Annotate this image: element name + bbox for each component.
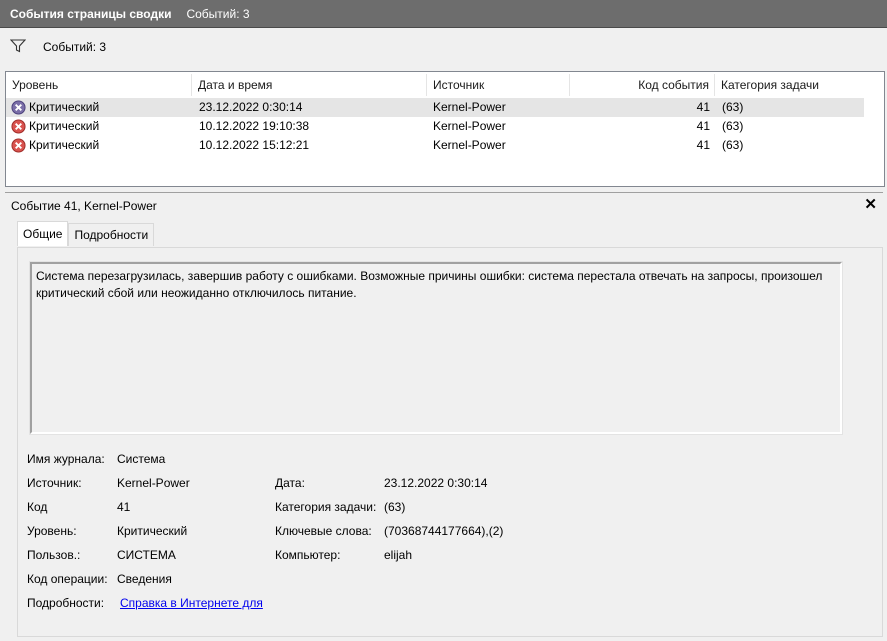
column-header-category[interactable]: Категория задачи	[715, 74, 864, 96]
filter-count: Событий: 3	[43, 40, 107, 54]
online-help-link[interactable]: Справка в Интернете для	[120, 596, 263, 610]
error-icon	[11, 100, 26, 115]
keywords-value: (70368744177664),(2)	[384, 524, 504, 538]
row-datetime: 10.12.2022 15:12:21	[199, 138, 310, 152]
error-icon	[11, 138, 26, 153]
event-description: Система перезагрузилась, завершив работу…	[36, 269, 823, 300]
tab-panel-general: Система перезагрузилась, завершив работу…	[17, 247, 883, 637]
row-category: (63)	[722, 138, 744, 152]
column-header-datetime[interactable]: Дата и время	[192, 74, 427, 96]
table-row[interactable]: Критический 10.12.2022 15:12:21 Kernel-P…	[6, 136, 864, 155]
row-level: Критический	[29, 138, 100, 152]
events-list[interactable]: Уровень Дата и время Источник Код событи…	[5, 71, 885, 187]
tab-general[interactable]: Общие	[17, 221, 69, 246]
row-code: 41	[696, 100, 710, 114]
row-source: Kernel-Power	[433, 138, 506, 152]
row-datetime: 10.12.2022 19:10:38	[199, 119, 310, 133]
row-category: (63)	[722, 119, 744, 133]
event-code-value: 41	[117, 500, 131, 514]
row-level: Критический	[29, 100, 100, 114]
computer-label: Компьютер:	[275, 548, 341, 562]
log-name-label: Имя журнала:	[27, 452, 105, 466]
task-category-value: (63)	[384, 500, 406, 514]
row-category: (63)	[722, 100, 744, 114]
opcode-label: Код операции:	[27, 572, 108, 586]
source-label: Источник:	[27, 476, 82, 490]
filter-bar: Событий: 3	[5, 31, 883, 67]
row-level: Критический	[29, 119, 100, 133]
table-row[interactable]: Критический 23.12.2022 0:30:14 Kernel-Po…	[6, 98, 864, 117]
source-value: Kernel-Power	[117, 476, 190, 490]
row-code: 41	[696, 138, 710, 152]
details-title: Событие 41, Kernel-Power	[11, 199, 157, 213]
level-value: Критический	[117, 524, 188, 538]
event-code-label: Код	[27, 500, 48, 514]
task-category-label: Категория задачи:	[275, 500, 377, 514]
user-label: Пользов.:	[27, 548, 81, 562]
filter-icon[interactable]	[10, 39, 26, 53]
computer-value: elijah	[384, 548, 413, 562]
list-header: Уровень Дата и время Источник Код событи…	[6, 74, 864, 96]
table-row[interactable]: Критический 10.12.2022 19:10:38 Kernel-P…	[6, 117, 864, 136]
panel-title-count: Событий: 3	[186, 6, 250, 21]
row-datetime: 23.12.2022 0:30:14	[199, 100, 303, 114]
error-icon	[11, 119, 26, 134]
panel-titlebar: События страницы сводки Событий: 3	[0, 0, 887, 28]
panel-title: События страницы сводки	[10, 6, 172, 21]
opcode-value: Сведения	[117, 572, 172, 586]
column-header-code[interactable]: Код события	[570, 74, 715, 96]
date-label: Дата:	[275, 476, 305, 490]
description-box[interactable]: Система перезагрузилась, завершив работу…	[29, 261, 843, 435]
row-code: 41	[696, 119, 710, 133]
column-header-source[interactable]: Источник	[427, 74, 570, 96]
date-value: 23.12.2022 0:30:14	[384, 476, 488, 490]
column-header-level[interactable]: Уровень	[6, 74, 192, 96]
close-icon[interactable]: ✕	[864, 195, 877, 213]
row-source: Kernel-Power	[433, 100, 506, 114]
level-label: Уровень:	[27, 524, 77, 538]
log-name-value: Система	[117, 452, 166, 466]
keywords-label: Ключевые слова:	[275, 524, 372, 538]
tab-details[interactable]: Подробности	[68, 223, 155, 246]
details-tabs: Общие Подробности	[17, 221, 155, 247]
event-details-pane: Событие 41, Kernel-Power ✕ Общие Подробн…	[5, 192, 883, 639]
row-source: Kernel-Power	[433, 119, 506, 133]
more-info-label: Подробности:	[27, 596, 105, 610]
user-value: СИСТЕМА	[117, 548, 176, 562]
